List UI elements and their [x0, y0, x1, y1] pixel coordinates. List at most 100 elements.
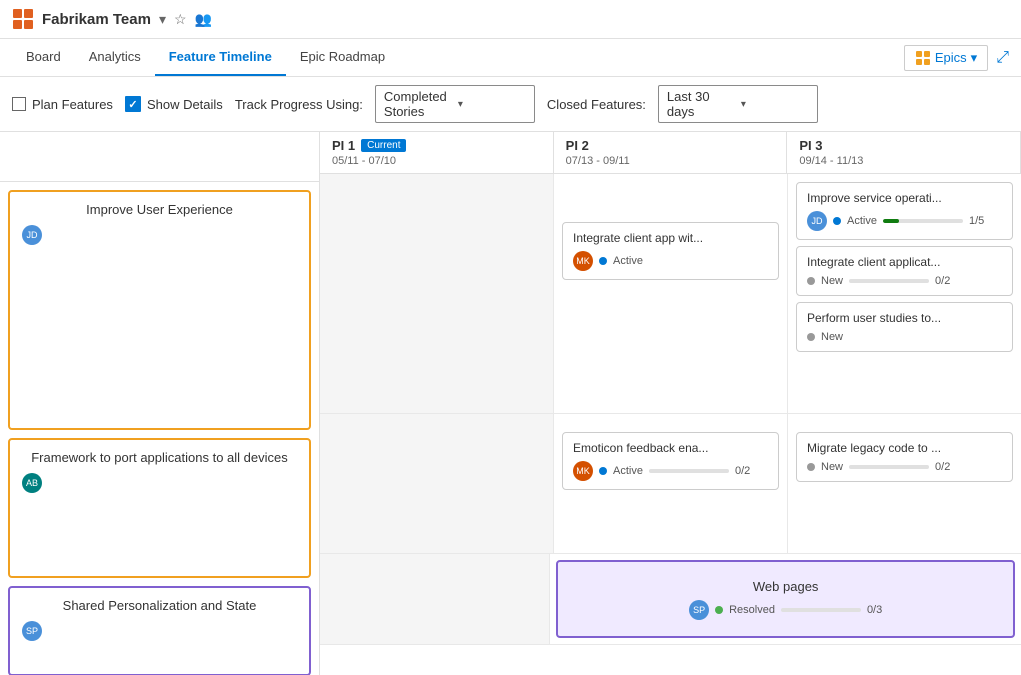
person-icon[interactable]: 👥: [195, 11, 212, 28]
last-30-days-select[interactable]: Last 30 days ▾: [658, 85, 818, 123]
timeline-cell-1-3: Improve service operati... JD Active 1/5…: [788, 174, 1021, 413]
avatar-feature-2: JD: [807, 211, 827, 231]
pi1-dates: 05/11 - 07/10: [332, 155, 541, 167]
feature-card-integrate-client-app-title: Integrate client applicat...: [807, 255, 1002, 269]
progress-count-emoticon: 0/2: [735, 465, 750, 477]
closed-features-label: Closed Features:: [547, 97, 646, 112]
timeline-cell-2-1: [320, 414, 554, 553]
status-label-new-3: New: [821, 461, 843, 473]
pi3-dates: 09/14 - 11/13: [799, 155, 1008, 167]
feature-card-integrate-client-title: Integrate client app wit...: [573, 231, 768, 245]
timeline-cell-1-2: Integrate client app wit... MK Active: [554, 174, 788, 413]
tab-epic-roadmap[interactable]: Epic Roadmap: [286, 39, 399, 76]
status-dot-active-3: [599, 467, 607, 475]
toolbar: Plan Features Show Details Track Progres…: [0, 77, 1021, 132]
progress-fill-improve-service: [883, 219, 899, 223]
pi2-dates: 07/13 - 09/11: [566, 155, 775, 167]
show-details-checkbox[interactable]: [125, 96, 141, 112]
feature-card-emoticon[interactable]: Emoticon feedback ena... MK Active 0/2: [562, 432, 779, 490]
progress-bar-migrate-legacy: [849, 465, 929, 469]
plan-features-item: Plan Features: [12, 97, 113, 112]
status-label-active-2: Active: [847, 215, 877, 227]
feature-card-perform-user-studies[interactable]: Perform user studies to... New: [796, 302, 1013, 352]
team-name[interactable]: Fabrikam Team: [42, 11, 151, 28]
web-pages-meta: SP Resolved 0/3: [572, 600, 999, 620]
timeline-cell-1-1: [320, 174, 554, 413]
pi2-header-top: PI 2: [566, 138, 775, 153]
progress-bar-integrate-client-app: [849, 279, 929, 283]
epic-row-1: Improve User Experience JD: [8, 190, 311, 430]
show-details-item: Show Details: [125, 96, 223, 112]
avatar-feature-3: MK: [573, 461, 593, 481]
feature-card-improve-service[interactable]: Improve service operati... JD Active 1/5: [796, 182, 1013, 240]
timeline-area[interactable]: PI 1 Current 05/11 - 07/10 PI 2 07/13 - …: [320, 132, 1021, 675]
epic-row-2: Framework to port applications to all de…: [8, 438, 311, 578]
feature-card-integrate-client-app-meta: New 0/2: [807, 275, 1002, 287]
timeline-row-2: Emoticon feedback ena... MK Active 0/2: [320, 414, 1021, 554]
epics-button[interactable]: Epics ▾: [904, 45, 988, 71]
status-dot-new-2: [807, 333, 815, 341]
feature-card-integrate-client[interactable]: Integrate client app wit... MK Active: [562, 222, 779, 280]
nav-tabs: Board Analytics Feature Timeline Epic Ro…: [0, 39, 1021, 77]
completed-stories-chevron: ▾: [458, 99, 526, 110]
status-label-new-2: New: [821, 331, 843, 343]
pi1-current-badge: Current: [361, 139, 406, 152]
epics-panel: Improve User Experience JD Framework to …: [0, 132, 320, 675]
feature-card-migrate-legacy[interactable]: Migrate legacy code to ... New 0/2: [796, 432, 1013, 482]
plan-features-checkbox[interactable]: [12, 97, 26, 111]
timeline-cell-2-3: Migrate legacy code to ... New 0/2: [788, 414, 1021, 553]
avatar-epic-3: SP: [22, 621, 42, 641]
progress-count-web-pages: 0/3: [867, 604, 882, 616]
progress-bar-improve-service: [883, 219, 963, 223]
track-progress-label: Track Progress Using:: [235, 97, 363, 112]
expand-icon[interactable]: ⤢: [996, 49, 1009, 67]
pi2-label: PI 2: [566, 138, 589, 153]
pi3-header-top: PI 3: [799, 138, 1008, 153]
pi1-label: PI 1: [332, 138, 355, 153]
last-30-days-value: Last 30 days: [667, 89, 735, 119]
feature-card-perform-user-studies-title: Perform user studies to...: [807, 311, 1002, 325]
feature-card-web-pages[interactable]: Web pages SP Resolved 0/3: [556, 560, 1015, 638]
epic-title-1: Improve User Experience: [22, 202, 297, 217]
status-label-active-3: Active: [613, 465, 643, 477]
epics-label: Epics: [935, 50, 967, 65]
top-bar: Fabrikam Team ▾ ☆ 👥: [0, 0, 1021, 39]
timeline-row-1: Integrate client app wit... MK Active Im…: [320, 174, 1021, 414]
status-dot-resolved: [715, 606, 723, 614]
feature-card-improve-service-title: Improve service operati...: [807, 191, 1002, 205]
status-dot-new-1: [807, 277, 815, 285]
progress-bar-emoticon: [649, 469, 729, 473]
plan-features-label: Plan Features: [32, 97, 113, 112]
tab-feature-timeline[interactable]: Feature Timeline: [155, 39, 286, 76]
show-details-label: Show Details: [147, 97, 223, 112]
dropdown-icon[interactable]: ▾: [159, 11, 166, 28]
star-icon[interactable]: ☆: [174, 11, 187, 28]
avatar-feature-1: MK: [573, 251, 593, 271]
epics-chevron: ▾: [971, 50, 978, 66]
status-dot-new-3: [807, 463, 815, 471]
epics-grid-icon: [915, 50, 931, 66]
completed-stories-select[interactable]: Completed Stories ▾: [375, 85, 535, 123]
top-bar-icons: ▾ ☆ 👥: [159, 11, 212, 28]
feature-card-migrate-legacy-title: Migrate legacy code to ...: [807, 441, 1002, 455]
nav-right: Epics ▾ ⤢: [904, 45, 1009, 71]
completed-stories-value: Completed Stories: [384, 89, 452, 119]
tab-board[interactable]: Board: [12, 39, 75, 76]
avatar-web-pages: SP: [689, 600, 709, 620]
epic-title-3: Shared Personalization and State: [22, 598, 297, 613]
feature-card-integrate-client-app[interactable]: Integrate client applicat... New 0/2: [796, 246, 1013, 296]
feature-card-emoticon-meta: MK Active 0/2: [573, 461, 768, 481]
timeline-cell-2-2: Emoticon feedback ena... MK Active 0/2: [554, 414, 788, 553]
avatar-epic-2: AB: [22, 473, 42, 493]
feature-card-emoticon-title: Emoticon feedback ena...: [573, 441, 768, 455]
progress-count-migrate-legacy: 0/2: [935, 461, 950, 473]
status-label-active-1: Active: [613, 255, 643, 267]
main-content: Improve User Experience JD Framework to …: [0, 132, 1021, 675]
avatar-epic-1: JD: [22, 225, 42, 245]
app-icon: [12, 8, 34, 30]
tab-analytics[interactable]: Analytics: [75, 39, 155, 76]
status-dot-active-2: [833, 217, 841, 225]
pi-header-3: PI 3 09/14 - 11/13: [787, 132, 1021, 173]
last-30-days-chevron: ▾: [741, 99, 809, 110]
feature-card-perform-user-studies-meta: New: [807, 331, 1002, 343]
